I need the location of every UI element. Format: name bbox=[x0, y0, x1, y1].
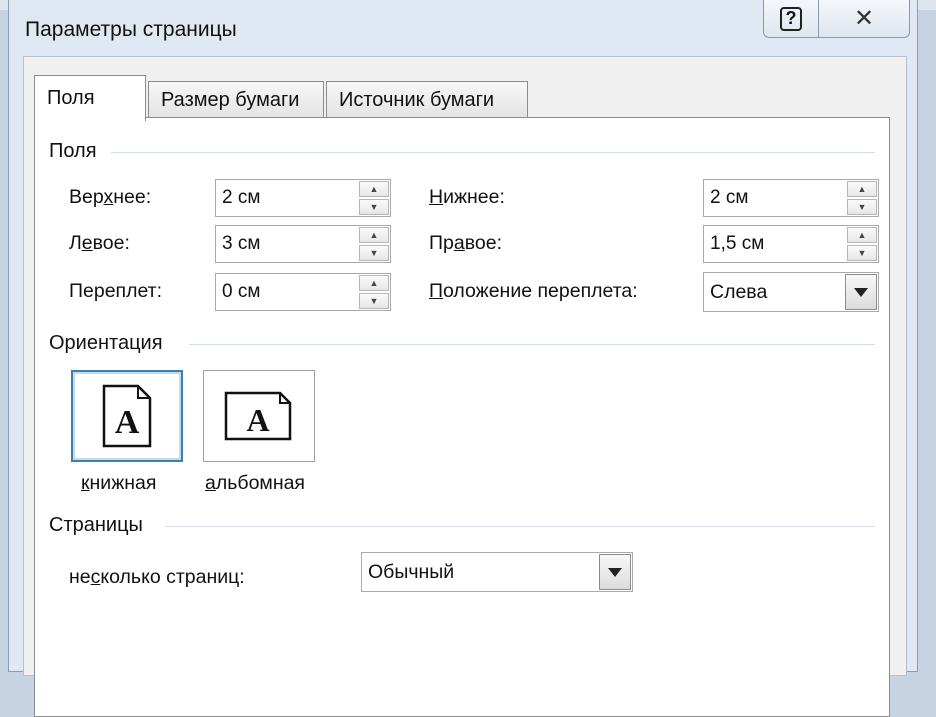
gutter-value: 0 см bbox=[222, 281, 261, 302]
tab-paper-size-label: Размер бумаги bbox=[161, 89, 300, 111]
margins-divider bbox=[111, 152, 875, 153]
gutter-position-value: Слева bbox=[710, 281, 768, 303]
spin-down-icon[interactable]: ▼ bbox=[359, 199, 389, 215]
orientation-section-title: Ориентация bbox=[49, 332, 163, 354]
bottom-margin-label: Нижнее: bbox=[429, 186, 505, 208]
gutter-position-select[interactable]: Слева bbox=[703, 272, 879, 312]
tab-paper-source-label: Источник бумаги bbox=[339, 89, 495, 111]
tab-paper-size[interactable]: Размер бумаги bbox=[148, 81, 324, 119]
portrait-glyph: A bbox=[115, 404, 140, 441]
chevron-down-icon[interactable] bbox=[845, 274, 877, 310]
page-setup-dialog: Параметры страницы ? ✕ Поля Размер бумаг… bbox=[8, 0, 918, 717]
title-bar[interactable]: Параметры страницы ? ✕ bbox=[9, 0, 917, 54]
chevron-down-icon[interactable] bbox=[599, 554, 631, 590]
spin-up-icon[interactable]: ▲ bbox=[847, 181, 877, 197]
pages-divider bbox=[165, 526, 875, 527]
bottom-margin-value: 2 см bbox=[710, 187, 749, 208]
dialog-title: Параметры страницы bbox=[25, 18, 237, 41]
orientation-divider bbox=[189, 344, 875, 345]
landscape-label: альбомная bbox=[205, 472, 305, 494]
gutter-label: Переплет: bbox=[69, 280, 163, 302]
right-margin-value: 1,5 см bbox=[710, 233, 765, 254]
portrait-label: книжная bbox=[81, 472, 157, 494]
help-button[interactable]: ? bbox=[763, 0, 819, 38]
help-icon: ? bbox=[780, 6, 802, 31]
gutter-spinner[interactable]: 0 см ▲ ▼ bbox=[215, 273, 391, 311]
close-icon: ✕ bbox=[853, 5, 875, 32]
spin-down-icon[interactable]: ▼ bbox=[359, 293, 389, 309]
multiple-pages-select[interactable]: Обычный bbox=[361, 552, 633, 592]
pages-section-title: Страницы bbox=[49, 514, 143, 536]
left-margin-value: 3 см bbox=[222, 233, 261, 254]
top-margin-spinner[interactable]: 2 см ▲ ▼ bbox=[215, 179, 391, 217]
margins-section-title: Поля bbox=[49, 140, 97, 162]
tab-paper-source[interactable]: Источник бумаги bbox=[326, 81, 528, 119]
spin-up-icon[interactable]: ▲ bbox=[847, 227, 877, 243]
top-margin-label: Верхнее: bbox=[69, 186, 152, 208]
left-margin-label: Левое: bbox=[69, 232, 130, 254]
left-margin-spinner[interactable]: 3 см ▲ ▼ bbox=[215, 225, 391, 263]
landscape-glyph: A bbox=[246, 402, 269, 438]
multiple-pages-value: Обычный bbox=[368, 561, 455, 583]
tab-margins-label: Поля bbox=[47, 87, 95, 109]
gutter-position-label: Положение переплета: bbox=[429, 280, 638, 302]
top-margin-value: 2 см bbox=[222, 187, 261, 208]
tab-margins[interactable]: Поля bbox=[34, 75, 146, 121]
bottom-margin-spinner[interactable]: 2 см ▲ ▼ bbox=[703, 179, 879, 217]
spin-down-icon[interactable]: ▼ bbox=[847, 245, 877, 261]
landscape-button[interactable]: A bbox=[203, 370, 315, 462]
dialog-client-area: Поля Размер бумаги Источник бумаги Поля … bbox=[23, 56, 907, 717]
spin-down-icon[interactable]: ▼ bbox=[847, 199, 877, 215]
multiple-pages-label: несколько страниц: bbox=[69, 566, 245, 588]
portrait-button[interactable]: A bbox=[71, 370, 183, 462]
right-margin-spinner[interactable]: 1,5 см ▲ ▼ bbox=[703, 225, 879, 263]
page-icon: A bbox=[102, 384, 152, 448]
spin-up-icon[interactable]: ▲ bbox=[359, 227, 389, 243]
spin-up-icon[interactable]: ▲ bbox=[359, 181, 389, 197]
close-button[interactable]: ✕ bbox=[818, 0, 910, 38]
page-icon: A bbox=[224, 391, 292, 441]
margins-panel: Поля Верхнее: 2 см ▲ ▼ Нижнее: 2 см ▲ ▼ Ле… bbox=[34, 117, 890, 717]
spin-up-icon[interactable]: ▲ bbox=[359, 275, 389, 291]
right-margin-label: Правое: bbox=[429, 232, 502, 254]
spin-down-icon[interactable]: ▼ bbox=[359, 245, 389, 261]
